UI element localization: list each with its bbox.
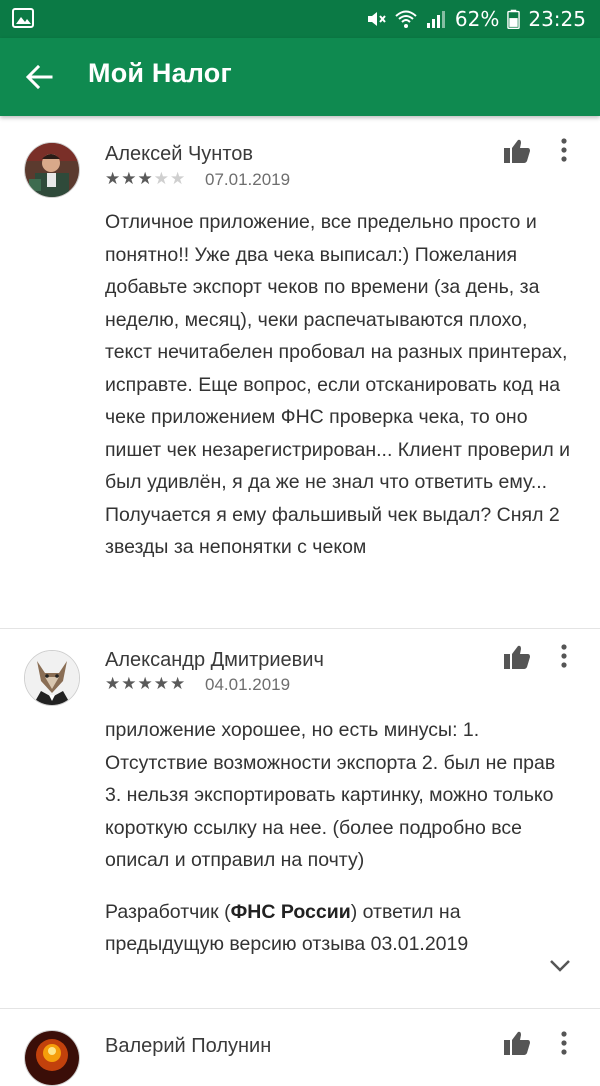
- app-title: Мой Налог: [88, 58, 232, 88]
- stars-empty: ★★: [153, 169, 187, 188]
- avatar: [24, 650, 80, 706]
- developer-name: ФНС России: [230, 901, 351, 923]
- app-bar: Мой Налог: [0, 38, 600, 116]
- developer-reply-note[interactable]: Разработчик (ФНС России) ответил на пред…: [105, 896, 575, 960]
- star-rating: ★★★★★: [105, 674, 186, 694]
- review-text: приложение хорошее, но есть минусы: 1. О…: [105, 719, 556, 871]
- signal-icon: [426, 11, 445, 28]
- developer-reply-prefix: Разработчик (: [105, 901, 231, 923]
- arrow-left-icon[interactable]: [24, 62, 54, 92]
- review-text: Отличное приложение, все предельно прост…: [105, 211, 571, 558]
- review-author: Алексей Чунтов: [105, 143, 254, 165]
- review-author: Валерий Полунин: [105, 1035, 272, 1057]
- more-vert-icon[interactable]: [557, 137, 571, 163]
- review-date: 07.01.2019: [205, 170, 291, 189]
- thumbs-up-icon[interactable]: [503, 1030, 531, 1056]
- status-bar: 62% 23:25: [0, 0, 600, 38]
- battery-icon: [507, 9, 521, 29]
- image-icon: [12, 8, 34, 28]
- divider: [0, 628, 600, 629]
- more-vert-icon[interactable]: [557, 1030, 571, 1056]
- status-right: 62% 23:25: [365, 7, 586, 31]
- thumbs-up-icon[interactable]: [503, 138, 531, 164]
- battery-percent: 62%: [454, 7, 500, 31]
- more-vert-icon[interactable]: [557, 643, 571, 669]
- chevron-down-icon[interactable]: [548, 958, 572, 974]
- star-rating: ★★★★★: [105, 169, 186, 189]
- review-author: Александр Дмитриевич: [105, 649, 324, 671]
- clock: 23:25: [528, 7, 586, 31]
- mute-icon: [367, 12, 386, 26]
- wifi-icon: [395, 10, 417, 28]
- review-date: 04.01.2019: [205, 675, 291, 694]
- stars-filled: ★★★: [105, 169, 154, 188]
- avatar: [24, 142, 80, 198]
- stars-filled: ★★★★★: [105, 674, 187, 693]
- thumbs-up-icon[interactable]: [503, 644, 531, 670]
- divider: [0, 1008, 600, 1009]
- avatar: [24, 1030, 80, 1086]
